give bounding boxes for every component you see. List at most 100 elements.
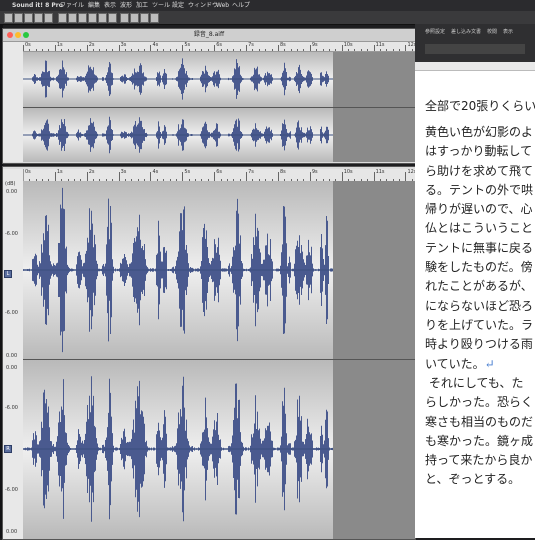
menu-view[interactable]: 表示: [104, 0, 116, 11]
ruler-minor-tick: [105, 49, 107, 51]
ruler-minor-tick: [316, 49, 318, 51]
app-menu[interactable]: Sound it! 8 Pro: [12, 0, 63, 11]
tool-button[interactable]: [14, 13, 23, 23]
ruler-label: 7s: [248, 169, 254, 175]
doc-line: る。テントの外で哄: [425, 182, 534, 197]
tool-button[interactable]: [120, 13, 129, 23]
db-label: 0.00: [6, 365, 18, 371]
ruler-tick: [214, 45, 216, 51]
ribbon-tab[interactable]: 参照設定: [425, 28, 445, 35]
ruler-minor-tick: [48, 49, 50, 51]
tool-button[interactable]: [140, 13, 149, 23]
tool-button[interactable]: [34, 13, 43, 23]
doc-line: 験をしたものだ。傍: [425, 260, 533, 275]
ruler-minor-tick: [290, 49, 292, 51]
ruler-minor-tick: [379, 49, 381, 51]
ruler-minor-tick: [258, 49, 260, 51]
ruler-minor-tick: [367, 49, 369, 51]
tool-button[interactable]: [150, 13, 159, 23]
ruler-minor-tick: [188, 49, 190, 51]
menu-wave[interactable]: 波形: [120, 0, 132, 11]
db-label: -6.00: [5, 310, 18, 316]
menu-process[interactable]: 加工: [136, 0, 148, 11]
db-label: -6.00: [5, 405, 18, 411]
forward-button[interactable]: [88, 13, 97, 23]
doc-line: と、ぞっとする。: [425, 472, 521, 487]
ruler-tick: [23, 45, 24, 51]
menu-settings[interactable]: 設定: [172, 0, 184, 11]
ruler-minor-tick: [35, 49, 37, 51]
doc-line: テントに無事に戻る: [425, 240, 534, 255]
ruler-minor-tick: [99, 49, 101, 51]
ruler-minor-tick: [207, 49, 209, 51]
overview-waveform: [23, 58, 333, 154]
ruler-label: 3s: [120, 42, 127, 48]
record-button[interactable]: [108, 13, 117, 23]
ruler-label: 1s: [56, 169, 63, 175]
ruler-minor-tick: [137, 49, 139, 51]
menu-tools[interactable]: ツール: [152, 0, 170, 11]
ruler-minor-tick: [67, 49, 69, 51]
ruler-tick: [54, 45, 56, 51]
ruler-minor-tick: [399, 49, 401, 51]
ruler-tick: [405, 172, 407, 181]
menu-window[interactable]: ウィンドウ: [188, 0, 218, 11]
db-scale: (dB) 0.00 -6.00 -6.00 0.00 0.00 -6.00 -6…: [3, 169, 24, 539]
ruler-minor-tick: [354, 49, 356, 51]
ruler-label: 5s: [184, 169, 191, 175]
db-label: 0.00: [6, 529, 18, 535]
ribbon-tools[interactable]: [425, 44, 525, 54]
doc-line: 仏とはこういうこと: [425, 221, 534, 236]
channel-left-toggle[interactable]: L: [4, 270, 12, 278]
ruler-minor-tick: [175, 49, 177, 51]
ribbon-tab[interactable]: 表示: [503, 28, 513, 35]
time-ruler[interactable]: 0s 1s 2s 3s 4s 5s 6s 7s 8s 9s 10s 11s 12s: [23, 42, 415, 52]
ruler-tick: [405, 45, 407, 51]
ribbon-tab[interactable]: 校閲: [487, 28, 497, 35]
ruler-minor-tick: [80, 49, 82, 51]
doc-ruler: [415, 62, 535, 71]
minimize-button[interactable]: [15, 32, 21, 38]
tool-button[interactable]: [4, 13, 13, 23]
ruler-tick: [182, 45, 184, 51]
ruler-label: 12s: [407, 169, 415, 175]
ruler-minor-tick: [335, 49, 337, 51]
ruler-label: 12s: [407, 42, 415, 48]
ruler-label: 4s: [152, 42, 159, 48]
ribbon-tab[interactable]: 差し込み文書: [451, 28, 481, 35]
tool-button[interactable]: [130, 13, 139, 23]
menu-web[interactable]: Web: [216, 0, 229, 11]
ruler-tick: [86, 172, 88, 181]
ruler-minor-tick: [360, 49, 362, 51]
stop-button[interactable]: [78, 13, 87, 23]
ruler-label: 6s: [216, 42, 223, 48]
rewind-button[interactable]: [58, 13, 67, 23]
db-label: -6.00: [5, 231, 18, 237]
ruler-tick: [86, 45, 88, 51]
ruler-label: 9s: [311, 169, 318, 175]
window-title: 録音_8.aiff: [193, 31, 225, 38]
menu-edit[interactable]: 編集: [88, 0, 100, 11]
paragraph-2: それにしても、た らしかった。恐らく 寒さも相当のものだ も寒かった。鏡ヶ成 持って来た…: [425, 374, 533, 490]
menu-file[interactable]: ファイル: [60, 0, 84, 11]
close-button[interactable]: [7, 32, 13, 38]
tool-button[interactable]: [24, 13, 33, 23]
play-button[interactable]: [68, 13, 77, 23]
menu-help[interactable]: ヘルプ: [232, 0, 250, 11]
editor-window: 0s 1s 2s 3s 4s 5s 6s 7s 8s 9s 10s 11s 12s (dB) 0.00 …: [2, 166, 416, 540]
zoom-button[interactable]: [23, 32, 29, 38]
ruler-minor-tick: [392, 49, 394, 51]
ruler-minor-tick: [411, 49, 413, 51]
loop-button[interactable]: [98, 13, 107, 23]
ruler-tick: [182, 172, 184, 181]
word-ribbon: 参照設定 差し込み文書 校閲 表示: [415, 24, 535, 62]
ruler-tick: [118, 45, 120, 51]
channel-right-toggle[interactable]: R: [4, 445, 12, 453]
ruler-label: 10s: [343, 169, 353, 175]
ruler-tick: [341, 172, 343, 181]
doc-line: 寒さも相当のものだ: [425, 414, 534, 429]
window-titlebar[interactable]: 録音_8.aiff: [3, 29, 415, 42]
ruler-minor-tick: [29, 49, 31, 51]
doc-line: 時より殴りつける雨: [425, 337, 533, 352]
tool-button[interactable]: [44, 13, 53, 23]
